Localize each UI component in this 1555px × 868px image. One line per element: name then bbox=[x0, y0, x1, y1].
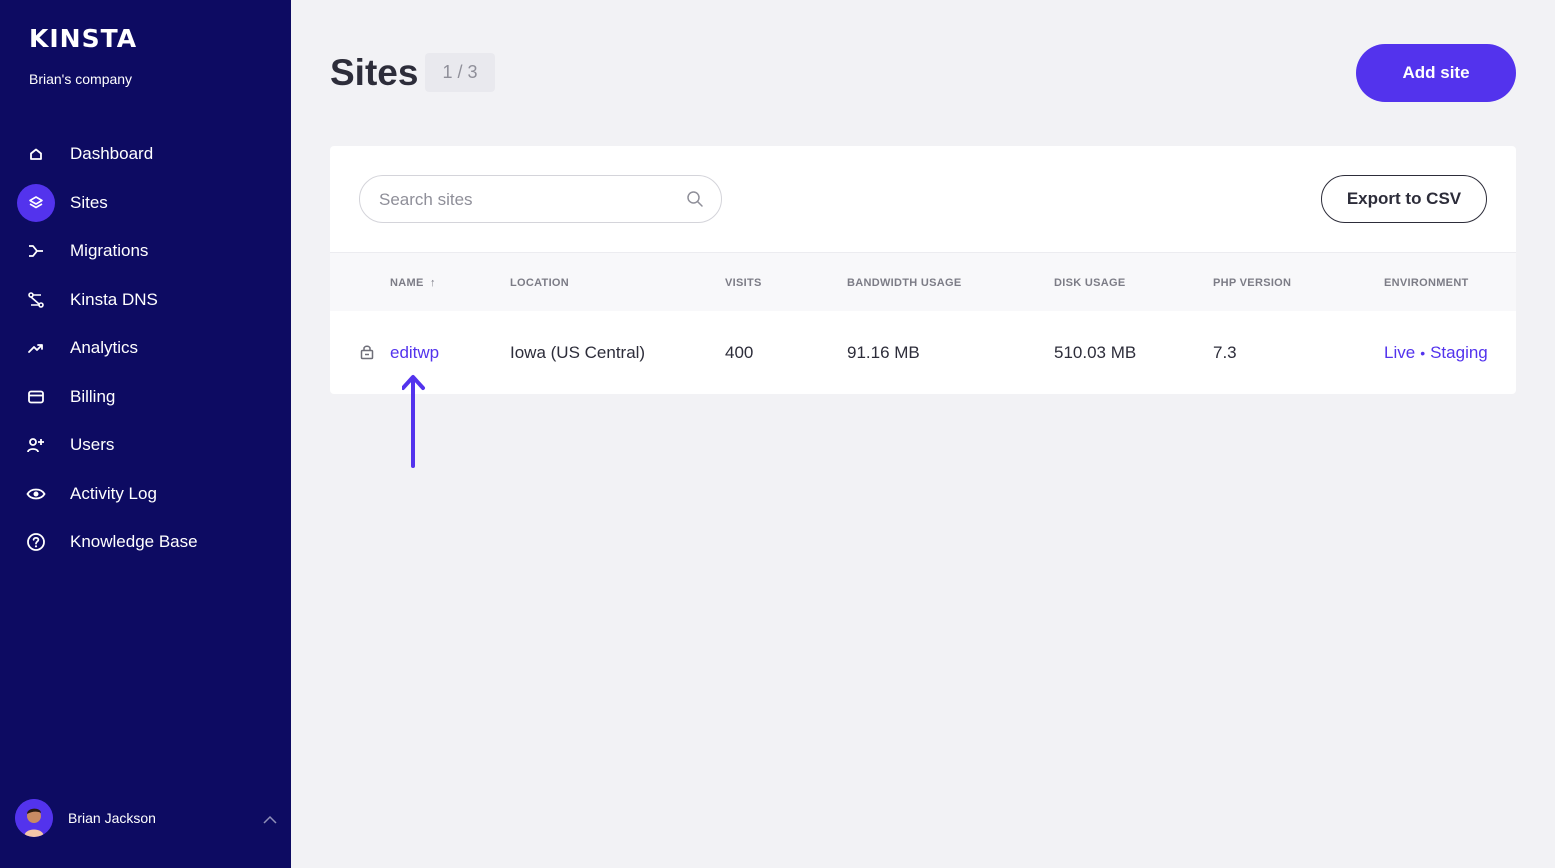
sidebar-item-label: Migrations bbox=[70, 241, 149, 261]
site-php-version: 7.3 bbox=[1213, 343, 1237, 362]
chevron-up-icon[interactable] bbox=[263, 811, 277, 829]
table-header: NAME ↑ LOCATION VISITS BANDWIDTH USAGE D… bbox=[330, 252, 1516, 311]
sidebar-item-sites[interactable]: Sites bbox=[0, 179, 291, 228]
sidebar: KINSTA Brian's company Dashboard Sites M… bbox=[0, 0, 291, 868]
env-staging-link[interactable]: Staging bbox=[1430, 343, 1488, 362]
layers-icon bbox=[17, 183, 55, 222]
sidebar-item-dashboard[interactable]: Dashboard bbox=[0, 130, 291, 179]
add-site-button[interactable]: Add site bbox=[1356, 44, 1516, 102]
sidebar-item-label: Dashboard bbox=[70, 144, 154, 164]
trend-icon bbox=[17, 329, 55, 367]
site-visits: 400 bbox=[725, 343, 754, 362]
site-bandwidth: 91.16 MB bbox=[847, 343, 920, 362]
column-header-disk[interactable]: DISK USAGE bbox=[1054, 277, 1125, 289]
sidebar-item-label: Sites bbox=[70, 192, 108, 212]
eye-icon bbox=[17, 475, 55, 513]
migrations-icon bbox=[17, 232, 55, 270]
sidebar-item-label: Activity Log bbox=[70, 483, 157, 503]
search-input[interactable] bbox=[379, 189, 669, 211]
search-field[interactable] bbox=[359, 175, 722, 223]
page-title: Sites bbox=[330, 52, 419, 93]
column-header-visits[interactable]: VISITS bbox=[725, 277, 762, 289]
sidebar-item-label: Analytics bbox=[70, 338, 139, 358]
search-icon[interactable] bbox=[686, 190, 704, 213]
pointer-arrow-icon bbox=[401, 374, 426, 473]
company-name[interactable]: Brian's company bbox=[29, 71, 132, 87]
site-environment: Live • Staging bbox=[1384, 343, 1488, 363]
sidebar-item-users[interactable]: Users bbox=[0, 421, 291, 470]
sidebar-item-label: Users bbox=[70, 435, 115, 455]
help-icon bbox=[17, 523, 55, 561]
user-plus-icon bbox=[17, 426, 55, 464]
export-csv-button[interactable]: Export to CSV bbox=[1321, 175, 1487, 223]
sidebar-item-knowledge-base[interactable]: Knowledge Base bbox=[0, 518, 291, 567]
dns-icon bbox=[17, 281, 55, 319]
avatar bbox=[15, 799, 53, 837]
column-header-bandwidth[interactable]: BANDWIDTH USAGE bbox=[847, 277, 962, 289]
column-header-environment[interactable]: ENVIRONMENT bbox=[1384, 277, 1469, 289]
sidebar-item-activity-log[interactable]: Activity Log bbox=[0, 470, 291, 519]
sidebar-item-analytics[interactable]: Analytics bbox=[0, 324, 291, 373]
kinsta-logo[interactable]: KINSTA bbox=[29, 24, 137, 53]
sites-card: Export to CSV NAME ↑ LOCATION VISITS BAN… bbox=[330, 146, 1516, 394]
column-header-name[interactable]: NAME ↑ bbox=[390, 277, 436, 289]
sidebar-item-label: Billing bbox=[70, 386, 116, 406]
table-row: editwp Iowa (US Central) 400 91.16 MB 51… bbox=[330, 311, 1516, 394]
home-icon bbox=[17, 135, 55, 173]
lock-icon bbox=[360, 344, 374, 365]
sidebar-item-migrations[interactable]: Migrations bbox=[0, 227, 291, 276]
site-location: Iowa (US Central) bbox=[510, 343, 646, 362]
sidebar-item-label: Knowledge Base bbox=[70, 532, 198, 552]
site-name-link[interactable]: editwp bbox=[390, 343, 439, 363]
sidebar-item-kinsta-dns[interactable]: Kinsta DNS bbox=[0, 276, 291, 325]
column-header-php[interactable]: PHP VERSION bbox=[1213, 277, 1291, 289]
card-icon bbox=[17, 378, 55, 416]
sidebar-nav: Dashboard Sites Migrations Kinsta DNS An… bbox=[0, 130, 291, 567]
sidebar-item-label: Kinsta DNS bbox=[70, 289, 158, 309]
user-menu[interactable]: Brian Jackson bbox=[15, 799, 280, 837]
site-count-badge: 1 / 3 bbox=[425, 53, 495, 92]
user-name: Brian Jackson bbox=[68, 810, 156, 826]
sort-arrow-icon: ↑ bbox=[429, 277, 436, 289]
column-header-location[interactable]: LOCATION bbox=[510, 277, 569, 289]
env-separator: • bbox=[1420, 345, 1426, 361]
site-disk-usage: 510.03 MB bbox=[1054, 343, 1137, 362]
env-live-link[interactable]: Live bbox=[1384, 343, 1415, 362]
sidebar-item-billing[interactable]: Billing bbox=[0, 373, 291, 422]
